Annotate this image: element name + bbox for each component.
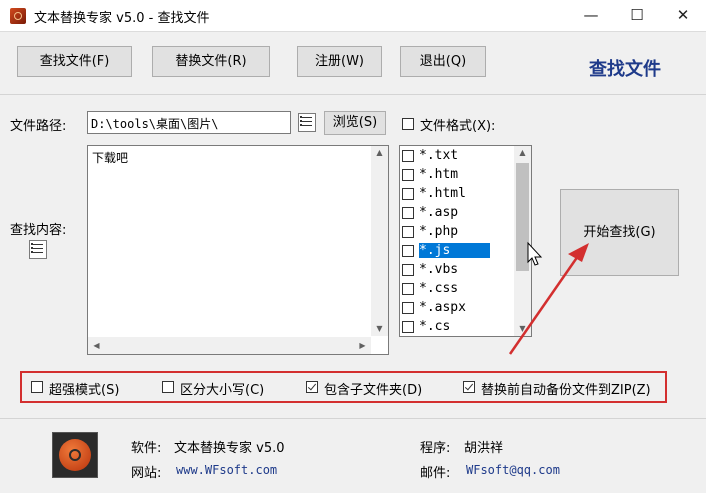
- arrow-line: [508, 255, 580, 355]
- programmer-value: 胡洪祥: [464, 441, 504, 456]
- include-subfolders-label: 包含子文件夹(D): [324, 383, 423, 398]
- email-label: 邮件:: [420, 466, 451, 481]
- include-subfolders-checkbox[interactable]: [306, 381, 318, 393]
- case-sensitive-checkbox[interactable]: [162, 381, 174, 393]
- gear-icon: [59, 439, 91, 471]
- software-value: 文本替换专家 v5.0: [174, 441, 285, 456]
- separator: [0, 418, 706, 419]
- arrow-head: [568, 243, 589, 262]
- backup-zip-checkbox[interactable]: [463, 381, 475, 393]
- software-label: 软件:: [131, 441, 162, 456]
- super-mode-label: 超强模式(S): [49, 383, 120, 398]
- website-link[interactable]: www.WFsoft.com: [176, 463, 277, 477]
- app-logo: [52, 432, 98, 478]
- website-label: 网站:: [131, 466, 162, 481]
- annotation-arrow: [508, 241, 589, 355]
- email-link[interactable]: WFsoft@qq.com: [466, 463, 560, 477]
- super-mode-checkbox[interactable]: [31, 381, 43, 393]
- programmer-label: 程序:: [420, 441, 451, 456]
- case-sensitive-label: 区分大小写(C): [180, 383, 265, 398]
- backup-zip-label: 替换前自动备份文件到ZIP(Z): [481, 383, 651, 398]
- mouse-cursor-icon: [527, 241, 543, 266]
